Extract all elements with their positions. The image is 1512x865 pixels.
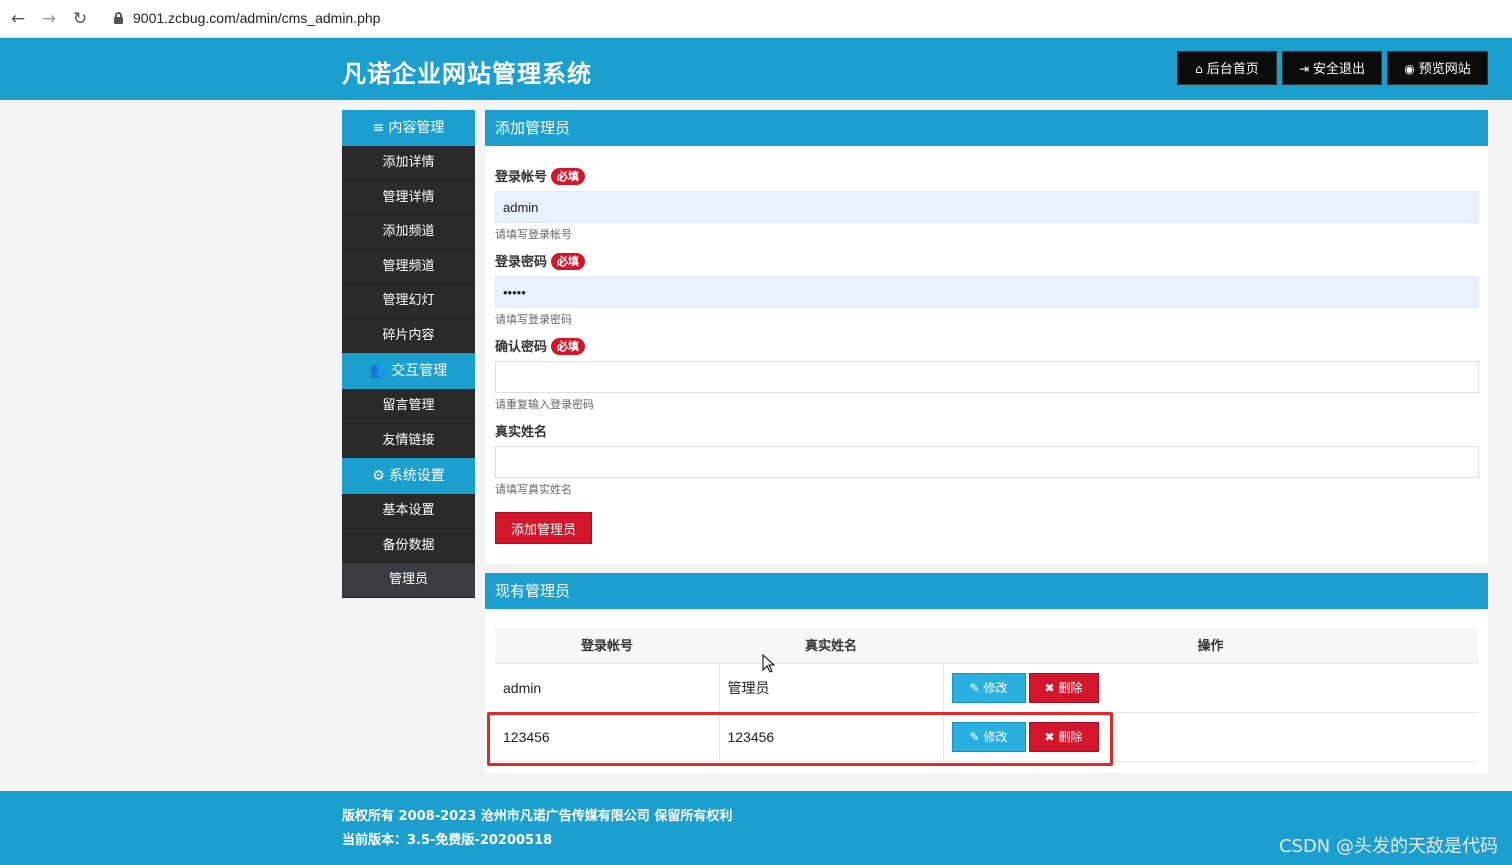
sidebar-section-interaction[interactable]: 👥 交互管理 <box>342 353 475 389</box>
sidebar-item-manage-channel[interactable]: 管理频道 <box>342 249 475 284</box>
admin-home-label: 后台首页 <box>1206 62 1259 77</box>
sidebar-item-backup[interactable]: 备份数据 <box>342 528 475 563</box>
real-name-label: 真实姓名 <box>495 425 548 440</box>
confirm-password-label: 确认密码 必填 <box>495 336 586 355</box>
account-help: 请填写登录帐号 <box>495 228 572 241</box>
sidebar: ≡ 内容管理 添加详情 管理详情 添加频道 管理频道 管理幻灯 碎片内容 👥 交互管… <box>342 110 475 598</box>
cell-actions: ✎ 修改 ✖ 删除 <box>943 663 1478 713</box>
close-icon: ✖ <box>1044 680 1055 695</box>
delete-button[interactable]: ✖ 删除 <box>1028 672 1099 703</box>
sign-out-icon: ⇥ <box>1298 62 1310 76</box>
cell-actions: ✎ 修改 ✖ 删除 <box>943 712 1478 762</box>
cell-account: 123456 <box>495 712 720 762</box>
sidebar-item-manage-detail[interactable]: 管理详情 <box>342 180 475 215</box>
sidebar-item-friend-links[interactable]: 友情链接 <box>342 423 475 458</box>
sidebar-section-label: 交互管理 <box>391 363 448 379</box>
sidebar-item-add-channel[interactable]: 添加频道 <box>342 215 475 250</box>
account-label: 登录帐号 必填 <box>495 166 586 185</box>
address-bar[interactable]: 9001.zcbug.com/admin/cms_admin.php <box>102 5 1402 33</box>
password-help: 请填写登录密码 <box>495 313 572 326</box>
eye-icon: ◉ <box>1404 62 1415 76</box>
sidebar-item-add-detail[interactable]: 添加详情 <box>342 146 475 181</box>
sidebar-section-content[interactable]: ≡ 内容管理 <box>342 110 475 146</box>
column-header-actions: 操作 <box>943 627 1478 664</box>
preview-site-button[interactable]: ◉ 预览网站 <box>1387 51 1488 85</box>
confirm-password-label-text: 确认密码 <box>495 340 548 355</box>
cell-real-name: 管理员 <box>719 663 944 713</box>
users-icon: 👥 <box>369 363 388 379</box>
lock-icon <box>114 12 123 24</box>
existing-admins-panel-title: 现有管理员 <box>485 573 1488 609</box>
sidebar-section-label: 系统设置 <box>388 468 445 484</box>
column-header-account: 登录帐号 <box>495 627 719 664</box>
close-icon: ✖ <box>1044 729 1055 744</box>
add-admin-panel-title: 添加管理员 <box>485 110 1488 146</box>
site-title: 凡诺企业网站管理系统 <box>342 60 592 88</box>
edit-button[interactable]: ✎ 修改 <box>951 721 1026 752</box>
site-footer: 版权所有 2008-2023 沧州市凡诺广告传媒有限公司 保留所有权利 当前版本… <box>0 791 1512 865</box>
admin-home-button[interactable]: ⌂ 后台首页 <box>1177 51 1277 85</box>
existing-admins-panel: 登录帐号 真实姓名 操作 admin 管理员 ✎ 修改 ✖ 删除 123456 1… <box>485 609 1488 773</box>
admin-table: 登录帐号 真实姓名 操作 admin 管理员 ✎ 修改 ✖ 删除 123456 1… <box>495 627 1478 762</box>
sidebar-item-admins[interactable]: 管理员 <box>342 563 475 598</box>
edit-icon: ✎ <box>969 680 980 695</box>
edit-label: 修改 <box>983 729 1008 744</box>
back-icon[interactable]: ← <box>8 9 28 29</box>
confirm-password-input[interactable] <box>495 361 1479 393</box>
list-icon: ≡ <box>372 120 385 136</box>
copyright-text: 版权所有 2008-2023 沧州市凡诺广告传媒有限公司 保留所有权利 <box>342 809 733 824</box>
column-header-real-name: 真实姓名 <box>719 627 943 664</box>
sidebar-item-fragments[interactable]: 碎片内容 <box>342 318 475 353</box>
required-badge: 必填 <box>551 253 586 270</box>
required-badge: 必填 <box>551 338 586 355</box>
password-label: 登录密码 必填 <box>495 251 586 270</box>
edit-button[interactable]: ✎ 修改 <box>951 672 1026 703</box>
sidebar-item-basic-settings[interactable]: 基本设置 <box>342 494 475 529</box>
version-text: 当前版本：3.5-免费版-20200518 <box>342 833 553 848</box>
sidebar-item-manage-slides[interactable]: 管理幻灯 <box>342 284 475 319</box>
preview-site-label: 预览网站 <box>1418 62 1471 77</box>
required-badge: 必填 <box>551 168 586 185</box>
add-admin-button[interactable]: 添加管理员 <box>495 512 592 544</box>
password-label-text: 登录密码 <box>495 255 548 270</box>
home-icon: ⌂ <box>1195 62 1203 76</box>
sidebar-item-messages[interactable]: 留言管理 <box>342 389 475 424</box>
delete-button[interactable]: ✖ 删除 <box>1028 721 1099 752</box>
real-name-help: 请填写真实姓名 <box>495 483 572 496</box>
cell-real-name: 123456 <box>719 712 944 762</box>
account-input[interactable] <box>495 191 1479 223</box>
watermark-text: CSDN @头发的天敌是代码 <box>1278 836 1498 857</box>
site-header: 凡诺企业网站管理系统 ⌂ 后台首页 ⇥ 安全退出 ◉ 预览网站 <box>0 38 1512 100</box>
url-text: 9001.zcbug.com/admin/cms_admin.php <box>133 10 381 26</box>
edit-icon: ✎ <box>969 729 980 744</box>
logout-label: 安全退出 <box>1313 62 1366 77</box>
gear-icon: ⚙ <box>372 468 385 484</box>
table-row: admin 管理员 ✎ 修改 ✖ 删除 <box>495 663 1478 713</box>
delete-label: 删除 <box>1058 680 1083 695</box>
forward-icon[interactable]: → <box>39 9 59 29</box>
cell-account: admin <box>495 663 720 713</box>
logout-button[interactable]: ⇥ 安全退出 <box>1282 51 1382 85</box>
add-admin-form: 登录帐号必填 请填写登录帐号 登录密码必填 请填写登录密码 确认密码必填 请重复… <box>485 146 1488 564</box>
edit-label: 修改 <box>983 680 1008 695</box>
table-row: 123456 123456 ✎ 修改 ✖ 删除 <box>495 712 1478 762</box>
reload-icon[interactable]: ↻ <box>70 9 90 29</box>
password-input[interactable] <box>495 276 1479 308</box>
real-name-input[interactable] <box>495 446 1479 478</box>
sidebar-section-system[interactable]: ⚙ 系统设置 <box>342 458 475 494</box>
mouse-cursor-icon <box>762 654 776 673</box>
account-label-text: 登录帐号 <box>495 170 548 185</box>
browser-toolbar: ← → ↻ 9001.zcbug.com/admin/cms_admin.php <box>0 0 1512 38</box>
sidebar-section-label: 内容管理 <box>388 120 445 136</box>
table-header-row: 登录帐号 真实姓名 操作 <box>495 627 1478 664</box>
confirm-password-help: 请重复输入登录密码 <box>495 398 594 411</box>
delete-label: 删除 <box>1058 729 1083 744</box>
